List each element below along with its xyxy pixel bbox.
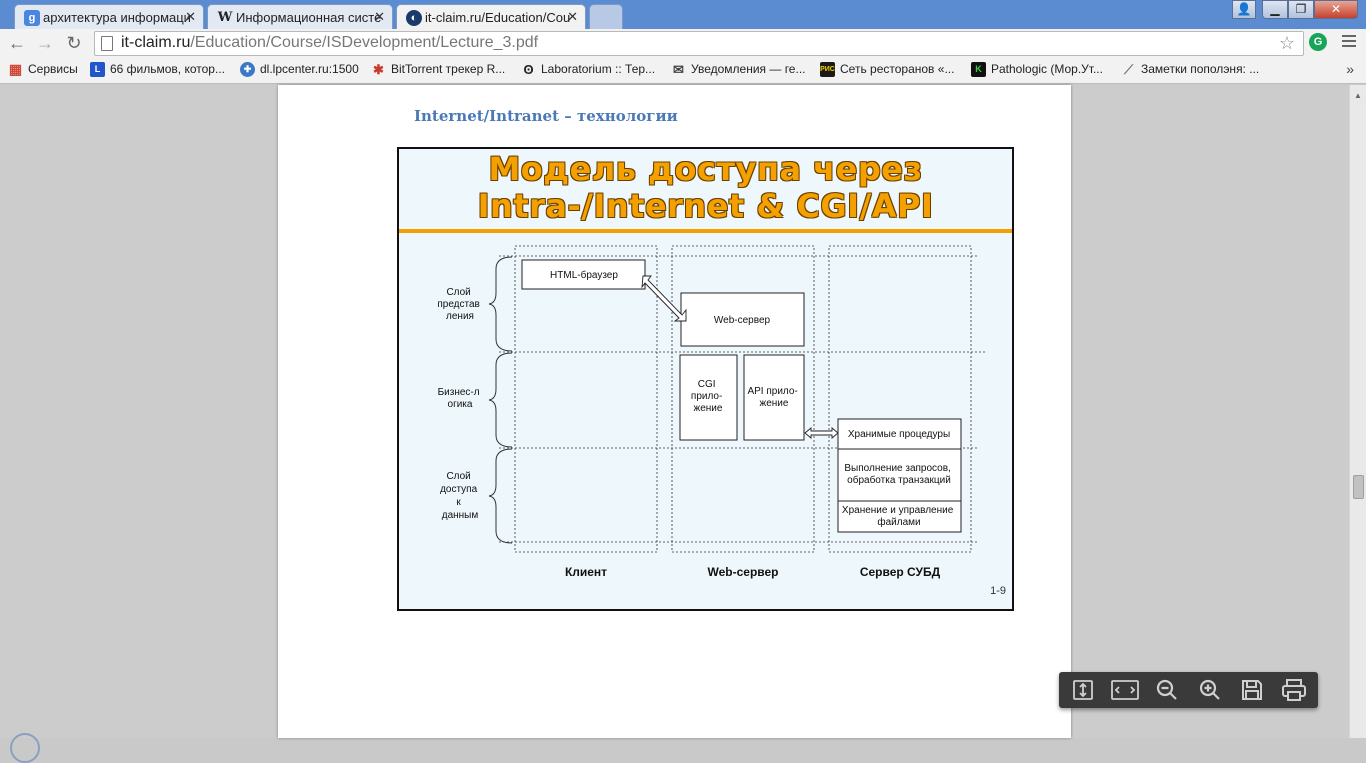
column-frame-client bbox=[514, 245, 658, 553]
print-icon bbox=[1281, 679, 1306, 701]
chrome-menu-icon[interactable] bbox=[1342, 35, 1356, 50]
tab-strip: g архитектура информаци ✕ W Информационн… bbox=[0, 0, 1366, 30]
brace-presentation-layer bbox=[488, 256, 513, 352]
fit-width-icon bbox=[1111, 680, 1140, 700]
url-path: /Education/Course/ISDevelopment/Lecture_… bbox=[190, 34, 539, 51]
tab-search-results[interactable]: g архитектура информаци ✕ bbox=[14, 4, 204, 29]
bookmark-label: Заметки пополэня: ... bbox=[1141, 62, 1260, 76]
bookmark-restaurants[interactable]: РИС Сеть ресторанов «... bbox=[820, 62, 955, 77]
zoom-out-button[interactable] bbox=[1146, 674, 1188, 706]
close-icon[interactable]: ✕ bbox=[567, 9, 578, 25]
bookmark-lpcenter[interactable]: ✚ dl.lpcenter.ru:1500 bbox=[240, 62, 359, 77]
column-label-web-server: Web-сервер bbox=[707, 565, 778, 579]
bookmark-star-icon[interactable]: ☆ bbox=[1279, 33, 1295, 54]
lecture-slide: Модель доступа через Intra-/Internet & C… bbox=[397, 147, 1014, 611]
box-stored-procedures-label: Хранимые процедуры bbox=[848, 429, 950, 440]
k-letter-icon: K bbox=[971, 62, 986, 77]
arrow-browser-webserver bbox=[641, 275, 687, 322]
wikipedia-icon: W bbox=[217, 10, 233, 25]
bookmark-services[interactable]: ▦ Сервисы bbox=[8, 61, 78, 77]
back-button[interactable]: ← bbox=[6, 32, 28, 54]
restaurant-logo-icon: РИС bbox=[820, 62, 835, 77]
pdf-controls bbox=[1059, 672, 1318, 708]
pdf-page: Internet/Intranet – технологии Модель до… bbox=[278, 85, 1071, 738]
bookmarks-bar: ▦ Сервисы L 66 фильмов, котор... ✚ dl.lp… bbox=[0, 58, 1366, 84]
page-icon bbox=[101, 36, 113, 51]
layer-label-business: Бизнес-л огика bbox=[438, 387, 483, 410]
pdf-viewer: Internet/Intranet – технологии Модель до… bbox=[0, 85, 1366, 738]
window-controls: 👤 ▁ ❐ ✕ bbox=[1232, 0, 1358, 19]
column-label-client: Клиент bbox=[565, 565, 607, 579]
save-button[interactable] bbox=[1231, 674, 1273, 706]
bookmark-label: Сервисы bbox=[28, 62, 78, 76]
fit-page-button[interactable] bbox=[1062, 674, 1104, 706]
gear-globe-icon: ✚ bbox=[240, 62, 255, 77]
bookmark-notes[interactable]: ⟋ Заметки пополэня: ... bbox=[1121, 62, 1260, 77]
slide-number: 1-9 bbox=[990, 585, 1006, 597]
apps-grid-icon: ▦ bbox=[8, 61, 23, 77]
tab-title: Информационная систе bbox=[236, 10, 382, 25]
bookmark-laboratorium[interactable]: ʘ Laboratorium :: Тер... bbox=[521, 62, 656, 77]
bookmark-label: Pathologic (Мор.Ут... bbox=[991, 62, 1103, 76]
fit-width-button[interactable] bbox=[1104, 674, 1146, 706]
bookmark-label: Уведомления — ге... bbox=[691, 62, 806, 76]
tab-pdf-active[interactable]: ◐ it-claim.ru/Education/Cou ✕ bbox=[396, 4, 586, 30]
user-profile-icon[interactable]: 👤 bbox=[1232, 0, 1256, 19]
fit-page-icon bbox=[1073, 680, 1093, 700]
new-tab-button[interactable] bbox=[589, 4, 623, 29]
address-bar[interactable]: it-claim.ru/Education/Course/ISDevelopme… bbox=[94, 31, 1304, 56]
box-web-server-label: Web-сервер bbox=[714, 315, 771, 326]
tab-title: it-claim.ru/Education/Cou bbox=[425, 10, 571, 25]
print-button[interactable] bbox=[1273, 674, 1315, 706]
bookmark-label: BitTorrent трекер R... bbox=[391, 62, 506, 76]
bookmark-films[interactable]: L 66 фильмов, котор... bbox=[90, 62, 225, 77]
brace-business-layer bbox=[488, 352, 513, 448]
arrow-api-dbms bbox=[804, 427, 839, 439]
zoom-out-icon bbox=[1157, 679, 1178, 700]
url-host: it-claim.ru bbox=[121, 34, 191, 51]
box-query-execution-label: Выполнение запросов, обработка транзакци… bbox=[844, 463, 953, 486]
bookmark-label: 66 фильмов, котор... bbox=[110, 62, 225, 76]
l-letter-icon: L bbox=[90, 62, 105, 77]
layer-label-data-access: Слой доступа к данным bbox=[440, 471, 480, 521]
forward-button[interactable]: → bbox=[34, 32, 56, 54]
bookmark-label: Сеть ресторанов «... bbox=[840, 62, 955, 76]
globe-icon: ◐ bbox=[406, 10, 422, 26]
scrollbar-thumb[interactable] bbox=[1353, 475, 1364, 499]
layer-label-presentation: Слой представ ления bbox=[437, 287, 482, 322]
architecture-diagram: Слой представ ления Бизнес-л огика Слой … bbox=[437, 245, 987, 579]
google-icon: g bbox=[24, 10, 40, 26]
close-window-button[interactable]: ✕ bbox=[1314, 0, 1358, 19]
column-label-dbms: Сервер СУБД bbox=[860, 565, 941, 579]
save-icon bbox=[1241, 680, 1262, 700]
bookmark-label: dl.lpcenter.ru:1500 bbox=[260, 62, 359, 76]
feather-icon: ⟋ bbox=[1123, 62, 1134, 77]
close-icon[interactable]: ✕ bbox=[185, 9, 196, 25]
more-bookmarks-icon[interactable]: » bbox=[1346, 61, 1354, 77]
tab-title: архитектура информаци bbox=[43, 10, 191, 25]
bookmark-label: Laboratorium :: Тер... bbox=[541, 62, 656, 76]
bittorrent-icon: ✱ bbox=[373, 62, 384, 77]
scroll-up-icon[interactable]: ▲ bbox=[1354, 91, 1362, 100]
brace-data-layer bbox=[488, 448, 513, 544]
minimize-button[interactable]: ▁ bbox=[1262, 0, 1288, 19]
close-icon[interactable]: ✕ bbox=[374, 9, 385, 25]
tab-wikipedia[interactable]: W Информационная систе ✕ bbox=[207, 4, 393, 29]
grammarly-extension-icon[interactable]: G bbox=[1309, 33, 1327, 51]
box-html-browser-label: HTML-браузер bbox=[550, 269, 618, 281]
maximize-button[interactable]: ❐ bbox=[1288, 0, 1314, 19]
bookmark-notifications[interactable]: ✉ Уведомления — ге... bbox=[671, 62, 806, 77]
zoom-in-icon bbox=[1199, 679, 1220, 700]
bookmark-bittorrent[interactable]: ✱ BitTorrent трекер R... bbox=[371, 62, 506, 77]
vertical-scrollbar[interactable]: ▲ bbox=[1349, 85, 1366, 738]
page-heading: Internet/Intranet – технологии bbox=[414, 107, 678, 125]
laboratorium-icon: ʘ bbox=[523, 62, 534, 77]
reload-button[interactable]: ↻ bbox=[63, 32, 85, 54]
browser-toolbar: ← → ↻ it-claim.ru/Education/Course/ISDev… bbox=[0, 29, 1366, 58]
zoom-in-button[interactable] bbox=[1189, 674, 1231, 706]
mail-icon: ✉ bbox=[673, 62, 684, 77]
bookmark-pathologic[interactable]: K Pathologic (Мор.Ут... bbox=[971, 62, 1103, 77]
